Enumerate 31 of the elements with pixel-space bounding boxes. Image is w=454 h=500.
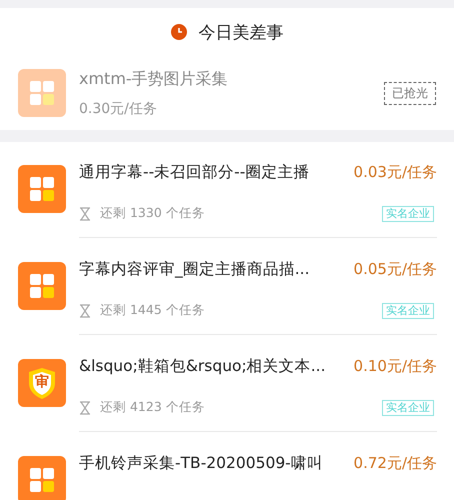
task-title: 字幕内容评审_圈定主播商品描... — [79, 259, 310, 280]
verified-badge: 实名企业 — [382, 206, 434, 222]
task-price: 0.03元/任务 — [354, 163, 437, 182]
task-title: xmtm-手势图片采集 — [79, 68, 229, 90]
task-item[interactable]: 字幕内容评审_圈定主播商品描... 0.05元/任务 还剩 1445 个任务 实名企业 — [0, 239, 454, 336]
task-price: 0.10元/任务 — [354, 357, 437, 376]
section-title: 今日美差事 — [198, 22, 284, 44]
grid-app-icon[interactable] — [18, 69, 66, 117]
sold-out-badge: 已抢光 — [384, 82, 436, 104]
remaining-count: 还剩 1330 个任务 — [100, 205, 206, 222]
grid-app-icon[interactable] — [18, 262, 66, 310]
remaining-count: 还剩 4123 个任务 — [100, 399, 206, 416]
task-item[interactable]: 手机铃声采集-TB-20200509-啸叫 0.72元/任务 — [0, 433, 454, 500]
task-title: 通用字幕--未召回部分--圈定主播 — [79, 162, 310, 183]
task-price: 0.72元/任务 — [354, 454, 437, 473]
hourglass-icon — [79, 400, 91, 414]
hourglass-icon — [79, 206, 91, 220]
remaining-count: 还剩 1445 个任务 — [100, 302, 206, 319]
task-price: 0.30元/任务 — [79, 100, 158, 118]
verified-badge: 实名企业 — [382, 400, 434, 416]
clock-icon — [170, 24, 186, 40]
hourglass-icon — [79, 304, 91, 318]
grid-app-icon[interactable] — [18, 165, 66, 213]
task-price: 0.05元/任务 — [354, 260, 437, 279]
task-title: 手机铃声采集-TB-20200509-啸叫 — [79, 453, 323, 474]
task-item[interactable]: 审 &lsquo;鞋箱包&rsquo;相关文本... 0.10元/任务 还剩 4123 个任务 实名企业 — [0, 336, 454, 433]
task-item[interactable]: 通用字幕--未召回部分--圈定主播 0.03元/任务 还剩 1330 个任务 实名企业 — [0, 142, 454, 239]
shield-app-icon[interactable]: 审 — [18, 359, 66, 407]
grid-app-icon[interactable] — [18, 456, 66, 500]
task-title: &lsquo;鞋箱包&rsquo;相关文本... — [79, 356, 326, 377]
verified-badge: 实名企业 — [382, 302, 434, 318]
